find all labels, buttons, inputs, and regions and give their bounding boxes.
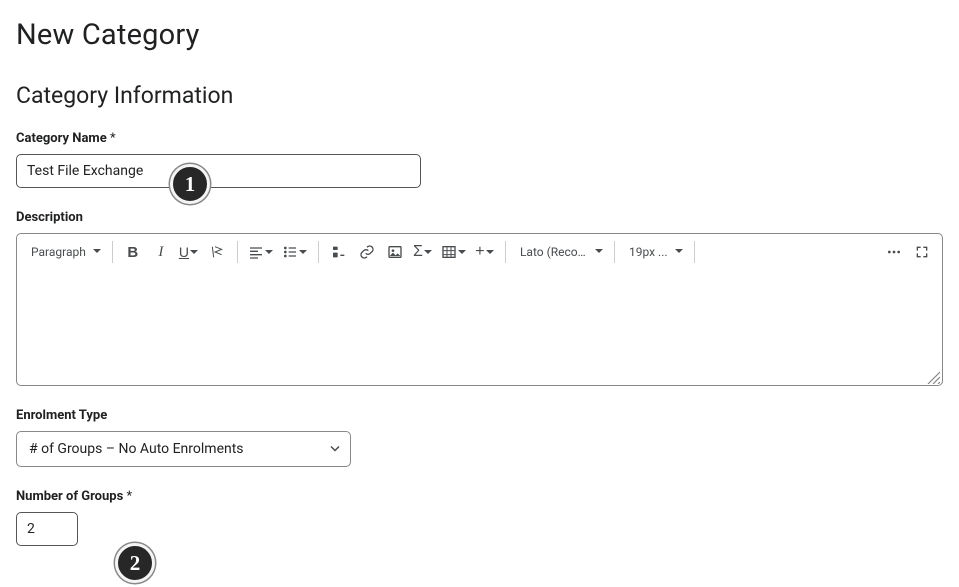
strike-format-button[interactable] <box>203 238 231 266</box>
align-button[interactable] <box>244 238 278 266</box>
chevron-down-icon <box>594 245 604 259</box>
chevron-down-icon <box>423 244 433 260</box>
label-number-of-groups: Number of Groups * <box>16 489 943 504</box>
chevron-down-icon <box>674 245 684 259</box>
chevron-down-icon <box>189 244 199 260</box>
editor-toolbar: Paragraph B I U Σ + Lato (Recom… 19px ..… <box>17 234 942 270</box>
chevron-down-icon <box>485 244 495 260</box>
description-textarea[interactable] <box>17 270 942 385</box>
category-name-input[interactable] <box>16 154 421 188</box>
resize-handle[interactable] <box>926 369 940 383</box>
underline-button[interactable]: U <box>175 238 203 266</box>
image-button[interactable] <box>381 238 409 266</box>
ellipsis-icon <box>886 244 902 260</box>
bold-button[interactable]: B <box>119 238 147 266</box>
label-enrolment-type: Enrolment Type <box>16 408 943 423</box>
fullscreen-icon <box>914 244 930 260</box>
block-format-select[interactable]: Paragraph <box>23 238 106 266</box>
enrolment-type-select[interactable]: # of Groups – No Auto Enrolments <box>16 431 351 467</box>
chevron-down-icon <box>298 244 308 260</box>
section-title-category-info: Category Information <box>16 82 943 109</box>
chevron-down-icon <box>92 245 102 259</box>
bullet-list-icon <box>282 244 298 260</box>
insert-stuff-button[interactable] <box>325 238 353 266</box>
insert-stuff-icon <box>331 244 347 260</box>
label-category-name: Category Name * <box>16 131 943 146</box>
equation-button[interactable]: Σ <box>409 238 437 266</box>
rich-text-editor: Paragraph B I U Σ + Lato (Recom… 19px ..… <box>16 233 943 386</box>
annotation-badge-2: 2 <box>115 543 155 583</box>
align-left-icon <box>248 244 264 260</box>
insert-more-button[interactable]: + <box>471 238 499 266</box>
chevron-down-icon <box>264 244 274 260</box>
strike-icon <box>209 244 225 260</box>
link-icon <box>359 244 375 260</box>
font-family-select[interactable]: Lato (Recom… <box>512 238 608 266</box>
fullscreen-button[interactable] <box>908 238 936 266</box>
image-icon <box>387 244 403 260</box>
annotation-badge-1: 1 <box>170 164 210 204</box>
font-size-select[interactable]: 19px ... <box>621 238 688 266</box>
number-of-groups-input[interactable] <box>16 512 78 546</box>
table-icon <box>441 244 457 260</box>
italic-button[interactable]: I <box>147 238 175 266</box>
page-title: New Category <box>16 18 943 52</box>
chevron-down-icon <box>457 244 467 260</box>
label-description: Description <box>16 210 943 225</box>
link-button[interactable] <box>353 238 381 266</box>
table-button[interactable] <box>437 238 471 266</box>
list-button[interactable] <box>278 238 312 266</box>
more-actions-button[interactable] <box>880 238 908 266</box>
